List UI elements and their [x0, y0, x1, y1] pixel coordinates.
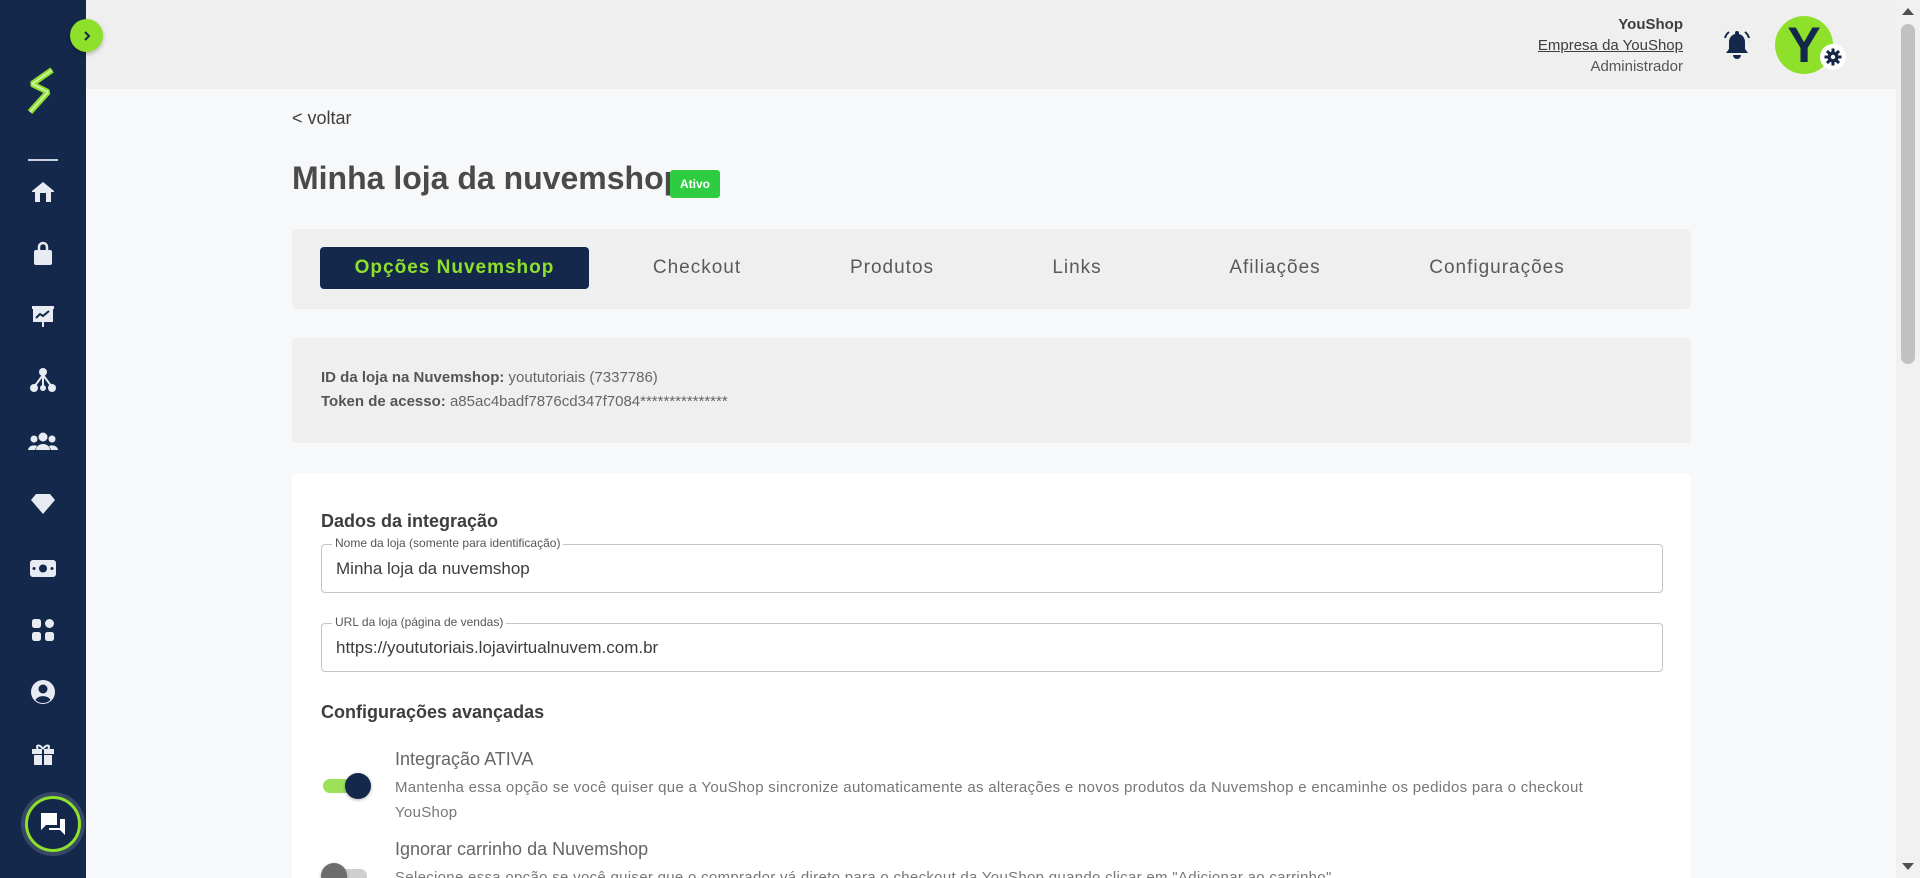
store-info-box: ID da loja na Nuvemshop: yoututoriais (7… [292, 338, 1691, 443]
tab-produtos[interactable]: Produtos [822, 247, 962, 289]
status-badge: Ativo [670, 170, 720, 198]
chat-icon [41, 813, 65, 835]
tab-afiliacoes[interactable]: Afiliações [1200, 247, 1350, 289]
chevron-right-icon [83, 30, 90, 41]
network-icon [30, 368, 56, 392]
store-name-label: Nome da loja (somente para identificação… [332, 536, 564, 550]
presentation-chart-icon [32, 306, 54, 327]
back-link[interactable]: < voltar [292, 108, 352, 129]
integration-card: Dados da integração Nome da loja (soment… [292, 473, 1691, 878]
token-value: a85ac4badf7876cd347f7084*************** [449, 393, 728, 410]
user-circle-icon [31, 680, 55, 704]
toggle-knob [345, 773, 371, 799]
chat-support-button[interactable] [25, 796, 81, 852]
tab-checkout[interactable]: Checkout [630, 247, 764, 289]
store-id-value: yoututoriais (7337786) [508, 369, 658, 386]
store-url-field: URL da loja (página de vendas) [321, 615, 1663, 672]
store-id-row: ID da loja na Nuvemshop: yoututoriais (7… [321, 366, 1662, 390]
ignore-cart-toggle[interactable] [321, 863, 367, 878]
gear-icon [1824, 48, 1842, 66]
integration-active-toggle[interactable] [321, 773, 371, 799]
sidebar-divider [28, 159, 58, 161]
page-scrollbar[interactable] [1896, 0, 1920, 878]
home-icon [32, 182, 54, 202]
sidebar-item-finance[interactable] [25, 550, 61, 586]
store-url-label: URL da loja (página de vendas) [332, 615, 507, 629]
apps-icon [32, 619, 54, 641]
integration-active-description: Mantenha essa opção se você quiser que a… [395, 779, 1584, 821]
tab-links[interactable]: Links [1027, 247, 1127, 289]
scroll-down-arrow[interactable] [1902, 863, 1914, 870]
store-url-input[interactable] [322, 624, 1662, 671]
shopping-bag-icon [34, 241, 52, 265]
company-link[interactable]: Empresa da YouShop [1538, 35, 1683, 56]
page-title: Minha loja da nuvemshop [292, 160, 684, 196]
sidebar-item-profile[interactable] [25, 674, 61, 710]
sidebar-item-shopping[interactable] [25, 236, 61, 272]
sidebar-item-rewards[interactable] [25, 736, 61, 772]
tab-opcoes-nuvemshop[interactable]: Opções Nuvemshop [320, 247, 589, 289]
scroll-up-arrow[interactable] [1902, 8, 1914, 15]
top-header: YouShop Empresa da YouShop Administrador [86, 0, 1896, 89]
token-label: Token de acesso: [321, 393, 446, 410]
gift-icon [32, 744, 54, 765]
ignore-cart-description: Selecione essa opção se você quiser que … [395, 869, 1332, 878]
store-id-label: ID da loja na Nuvemshop: [321, 369, 505, 386]
user-name: YouShop [1618, 16, 1683, 33]
sidebar-toggle-button[interactable] [70, 19, 103, 52]
sidebar [0, 0, 86, 878]
toggle-knob [321, 863, 347, 878]
settings-gear-button[interactable] [1820, 44, 1846, 70]
ignore-cart-title: Ignorar carrinho da Nuvemshop [395, 839, 649, 859]
sidebar-item-home[interactable] [25, 174, 61, 210]
user-role: Administrador [1590, 58, 1683, 75]
integration-section-title: Dados da integração [321, 511, 499, 531]
sidebar-item-apps[interactable] [25, 612, 61, 648]
sidebar-item-network[interactable] [25, 362, 61, 398]
tabs-bar: Opções Nuvemshop Checkout Produtos Links… [292, 229, 1691, 309]
sidebar-item-users[interactable] [25, 424, 61, 460]
diamond-icon [31, 494, 55, 514]
sidebar-item-plans[interactable] [25, 486, 61, 522]
scroll-thumb[interactable] [1901, 24, 1915, 364]
store-name-field: Nome da loja (somente para identificação… [321, 536, 1663, 593]
integration-active-title: Integração ATIVA [395, 749, 534, 769]
sidebar-item-reports[interactable] [25, 298, 61, 334]
advanced-section-title: Configurações avançadas [321, 702, 545, 722]
youshop-logo[interactable] [22, 66, 64, 116]
tab-configuracoes[interactable]: Configurações [1402, 247, 1592, 289]
users-icon [28, 432, 58, 450]
notifications-bell-icon[interactable] [1722, 28, 1752, 60]
token-row: Token de acesso: a85ac4badf7876cd347f708… [321, 390, 1662, 414]
store-name-input[interactable] [322, 545, 1662, 592]
money-icon [30, 560, 56, 577]
user-info: YouShop Empresa da YouShop Administrador [1538, 14, 1683, 77]
